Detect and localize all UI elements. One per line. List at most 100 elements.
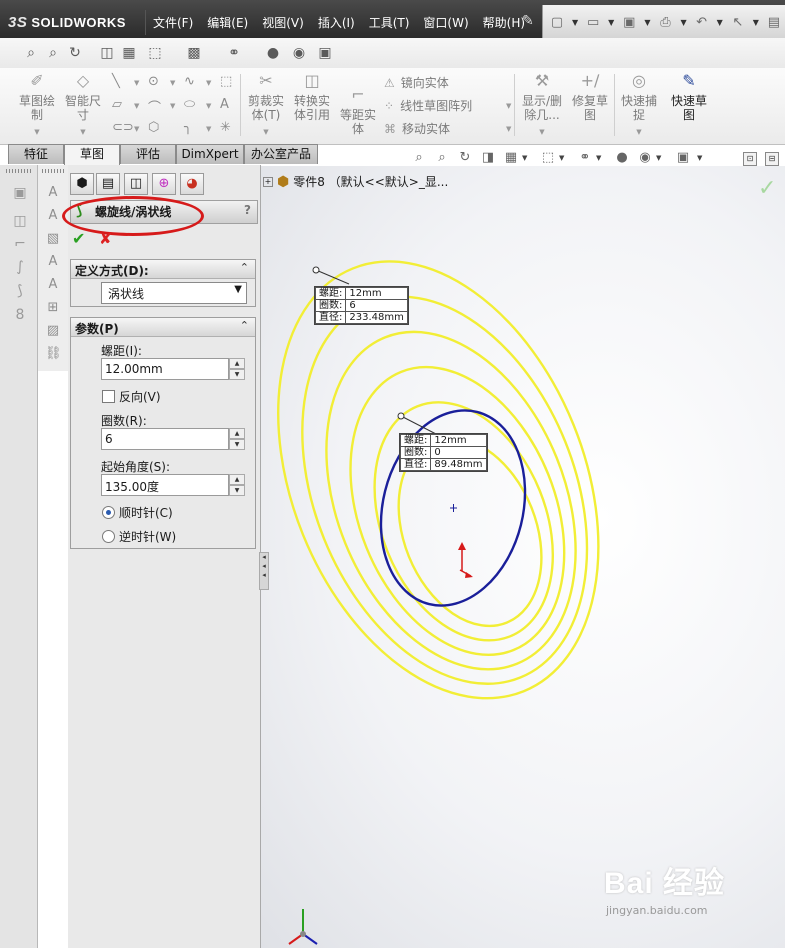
orientation-dropdown-icon[interactable]: ▼ [559,154,564,162]
menu-tools[interactable]: 工具(T) [362,10,417,35]
sketch-text-icon[interactable]: A [220,97,229,112]
revolutions-field[interactable]: 6 ▲ ▼ [101,428,245,450]
apply-scene-icon[interactable]: ◉ [637,150,653,166]
move-dropdown-icon[interactable]: ▼ [506,125,511,133]
restore-viewport-icon[interactable]: ⊡ [743,152,757,166]
wall-tool-icon[interactable]: ◫ [12,213,28,229]
confirmation-corner-accept-icon[interactable]: ✓ [758,176,776,201]
graphics-area[interactable] [261,166,785,948]
smart-dimension-button[interactable]: ◇ 智能尺寸 ▼ [60,73,106,139]
view-orientation-icon[interactable]: ⬚ [146,44,164,62]
apply-scene-icon[interactable]: ◉ [290,44,308,62]
line-dropdown-icon[interactable]: ▼ [134,79,139,87]
previous-view-icon[interactable]: ↻ [457,150,473,166]
menu-view[interactable]: 视图(V) [255,10,311,35]
spin-down-icon[interactable]: ▼ [229,369,245,380]
menu-edit[interactable]: 编辑(E) [200,10,255,35]
open-icon[interactable]: ▭ [585,14,601,30]
feature-manager-tab-icon[interactable]: ⬢ [70,173,94,195]
help-icon[interactable]: ? [244,203,251,217]
menu-insert[interactable]: 插入(I) [311,10,362,35]
group-header[interactable]: 定义方式(D): ⌃ [71,260,255,279]
section-view-icon[interactable]: ◨ [480,150,496,166]
fillet-dropdown-icon[interactable]: ▼ [206,125,211,133]
pitch-field[interactable]: 12.00mm ▲ ▼ [101,358,245,380]
spline-icon[interactable]: ∿ [184,74,195,89]
ok-check-icon[interactable]: ✔ [72,229,85,248]
zoom-area-icon[interactable]: ⌕ [44,44,62,62]
save-dropdown-icon[interactable]: ▼ [644,18,650,27]
link-icon[interactable]: ⛓ [45,346,62,362]
move-entities-button[interactable]: ⌘ 移动实体 [384,120,450,137]
coil-tool-icon[interactable]: ⟆ [12,283,28,299]
previous-view-icon[interactable]: ↻ [66,44,84,62]
outer-start-point[interactable] [312,266,320,274]
construction-geometry-icon[interactable]: ⬚ [220,74,232,89]
layer-icon[interactable]: ▨ [45,323,61,339]
block-icon[interactable]: A [45,277,61,293]
select-icon[interactable]: ↖ [730,14,746,30]
collapse-chevron-icon[interactable]: ⌃ [240,319,249,332]
pin-icon[interactable]: ✎ [522,13,534,29]
spin-up-icon[interactable]: ▲ [229,474,245,485]
display-delete-relations-button[interactable]: ⚒ 显示/删除几... ▼ [518,73,566,139]
display-manager-tab-icon[interactable]: ◕ [180,173,204,195]
slot-dropdown-icon[interactable]: ▼ [134,125,139,133]
slot-icon[interactable]: ⊂⊃ [112,120,134,135]
group-header[interactable]: 参数(P) ⌃ [71,318,255,337]
dynamic-annotation-icon[interactable]: ▦ [503,150,519,166]
tab-evaluate[interactable]: 评估 [120,144,176,164]
zoom-to-fit-icon[interactable]: ⌕ [22,44,40,62]
note-icon[interactable]: A [45,185,61,201]
point-icon[interactable]: ✳ [220,120,231,135]
undo-dropdown-icon[interactable]: ▼ [717,18,723,27]
mirror-entities-button[interactable]: ⚠ 镜向实体 [384,74,449,91]
ellipse-dropdown-icon[interactable]: ▼ [206,102,211,110]
counterclockwise-radio[interactable] [102,530,115,543]
rebuild-icon[interactable]: ▤ [766,14,782,30]
view-orientation-icon[interactable]: ⬚ [540,150,556,166]
rectangle-icon[interactable]: ▱ [112,97,122,112]
section-view-icon[interactable]: ◫ [98,44,116,62]
configuration-manager-tab-icon[interactable]: ◫ [124,173,148,195]
print-dropdown-icon[interactable]: ▼ [680,18,686,27]
table-icon[interactable]: ⊞ [45,300,61,316]
tab-office-products[interactable]: 办公室产品 [244,144,318,164]
rapid-sketch-button[interactable]: ✎ 快速草图 [666,73,712,123]
dimxpert-manager-tab-icon[interactable]: ⊕ [152,173,176,195]
sketch-button[interactable]: ✐ 草图绘制 ▼ [14,73,60,139]
start-angle-field[interactable]: 135.00度 ▲ ▼ [101,474,245,496]
expand-icon[interactable]: + [263,176,273,187]
inner-start-point[interactable] [397,412,405,420]
open-dropdown-icon[interactable]: ▼ [608,18,614,27]
ellipse-icon[interactable]: ⬭ [184,97,195,112]
tab-dimxpert[interactable]: DimXpert [176,144,244,164]
polygon-icon[interactable]: ⬡ [148,120,159,135]
pattern-dropdown-icon[interactable]: ▼ [506,102,511,110]
spin-up-icon[interactable]: ▲ [229,428,245,439]
annotation-dropdown-icon[interactable]: ▼ [522,154,527,162]
select-dropdown-icon[interactable]: ▼ [753,18,759,27]
new-document-icon[interactable]: ▢ [549,14,565,30]
undo-icon[interactable]: ↶ [694,14,710,30]
zoom-to-fit-icon[interactable]: ⌕ [411,150,427,166]
define-by-select[interactable]: 涡状线 ▼ [101,282,247,304]
new-dropdown-icon[interactable]: ▼ [572,18,578,27]
offset-entities-button[interactable]: ⌐ 等距实体 [336,74,380,137]
circle-icon[interactable]: ⊙ [148,74,159,89]
panel-collapse-handle[interactable]: ◂ ◂ ◂ [259,552,269,590]
view-settings-icon[interactable]: ▣ [675,150,691,166]
save-icon[interactable]: ▣ [621,14,637,30]
spin-down-icon[interactable]: ▼ [229,485,245,496]
hide-show-items-icon[interactable]: ⚭ [225,44,243,62]
collapse-chevron-icon[interactable]: ⌃ [240,261,249,274]
cancel-x-icon[interactable]: ✘ [99,229,112,248]
edit-appearance-icon[interactable]: ● [614,150,630,166]
zoom-area-icon[interactable]: ⌕ [434,150,450,166]
convert-entities-button[interactable]: ◫ 转换实体引用 [290,73,334,123]
edit-appearance-icon[interactable]: ● [264,44,282,62]
sketch-fillet-icon[interactable]: ╮ [184,120,192,135]
spring-tool-icon[interactable]: ∫ [12,259,28,275]
image-note-icon[interactable]: ▧ [45,231,61,247]
menu-window[interactable]: 窗口(W) [416,10,475,35]
